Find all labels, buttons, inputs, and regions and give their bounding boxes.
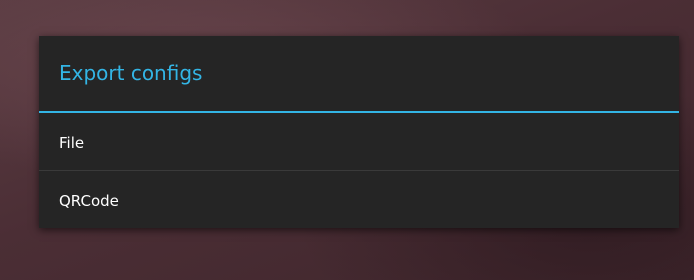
option-qrcode-label: QRCode xyxy=(59,191,119,210)
option-file[interactable]: File xyxy=(39,115,679,170)
dialog-title: Export configs xyxy=(59,61,203,85)
title-divider xyxy=(39,111,679,113)
option-file-label: File xyxy=(59,133,85,152)
option-divider xyxy=(39,170,679,171)
export-configs-dialog: Export configs File QRCode xyxy=(39,36,679,228)
option-qrcode[interactable]: QRCode xyxy=(39,173,679,228)
